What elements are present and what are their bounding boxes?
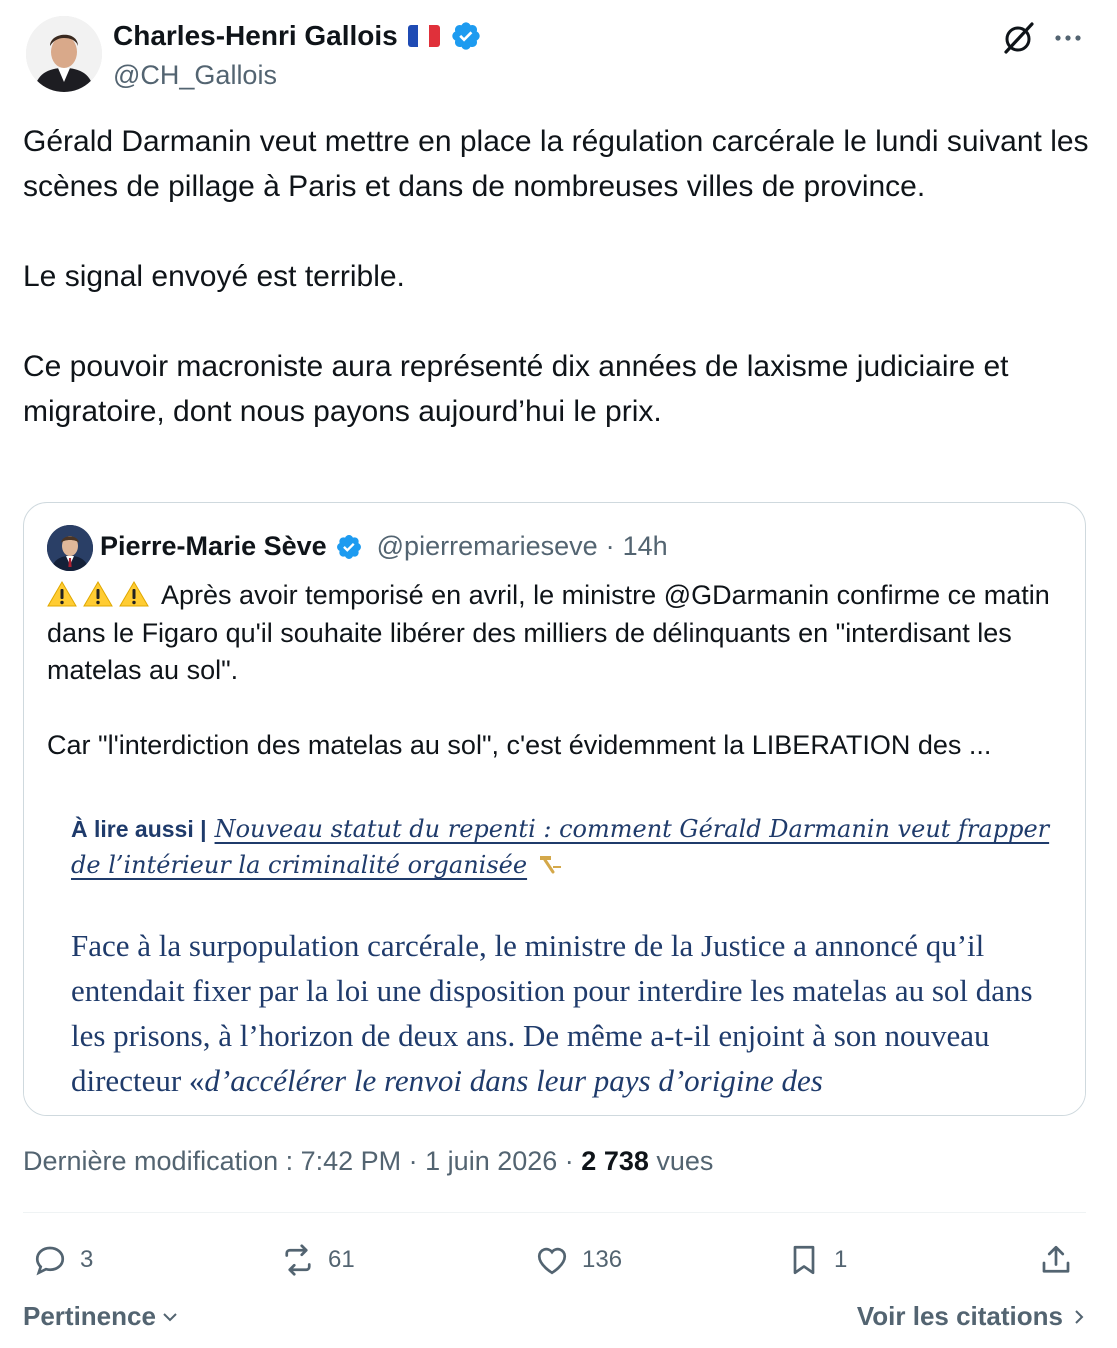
bookmark-icon (793, 1245, 815, 1275)
views-label: vues (656, 1146, 714, 1176)
chevron-down-icon (163, 1312, 177, 1321)
warning-emoji-icon (83, 581, 113, 607)
reply-button[interactable]: 3 (32, 1238, 93, 1282)
related-label: À lire aussi | (71, 816, 207, 842)
gavel-icon (540, 856, 562, 874)
quoted-tweet-header: Pierre-Marie Sève @pierremarieseve · 14h (100, 531, 668, 562)
tweet-paragraph: Gérald Darmanin veut mettre en place la … (23, 125, 1089, 203)
verified-badge-icon[interactable] (450, 20, 482, 52)
tweet-meta: Dernière modification : 7:42 PM · 1 juin… (23, 1146, 713, 1177)
chevron-right-icon (1075, 1309, 1084, 1324)
quoted-author-avatar (47, 525, 93, 571)
quoted-tweet-time: 14h (622, 531, 668, 561)
author-name-row[interactable]: Charles-Henri Gallois (113, 20, 482, 52)
like-button[interactable]: 136 (534, 1238, 622, 1282)
quoted-author-name: Pierre-Marie Sève (100, 531, 327, 561)
quoted-tweet-text: Après avoir temporisé en avril, le minis… (47, 577, 1057, 764)
more-options-icon[interactable] (1052, 26, 1084, 50)
quoted-media-image[interactable]: À lire aussi | Nouveau statut du repenti … (24, 801, 1085, 1115)
tweet-paragraph: Ce pouvoir macroniste aura représenté di… (23, 350, 1009, 428)
separator-dot: · (605, 531, 615, 561)
sort-label: Pertinence (23, 1301, 156, 1331)
share-button[interactable] (1038, 1238, 1074, 1282)
quoted-paragraph: Car "l'interdiction des matelas au sol",… (47, 729, 992, 760)
author-name[interactable]: Charles-Henri Gallois (113, 20, 398, 52)
divider (23, 1212, 1086, 1213)
related-article-box: À lire aussi | Nouveau statut du repenti … (71, 811, 1061, 883)
tweet-paragraph: Le signal envoyé est terrible. (23, 260, 405, 293)
quoted-tweet-card[interactable]: Pierre-Marie Sève @pierremarieseve · 14h… (23, 502, 1086, 1116)
views-count: 2 738 (581, 1146, 649, 1176)
heart-icon (537, 1247, 567, 1275)
reply-icon (35, 1246, 65, 1276)
quoted-paragraph: Après avoir temporisé en avril, le minis… (47, 580, 1050, 685)
tweet-text: Gérald Darmanin veut mettre en place la … (23, 119, 1098, 434)
last-modified[interactable]: Dernière modification : 7:42 PM · 1 juin… (23, 1146, 574, 1176)
article-excerpt: Face à la surpopulation carcérale, le mi… (71, 923, 1071, 1103)
author-avatar[interactable] (26, 16, 102, 92)
share-icon (1042, 1245, 1070, 1273)
reply-count: 3 (80, 1246, 94, 1273)
warning-emoji-icon (47, 581, 77, 607)
bookmark-button[interactable]: 1 (786, 1238, 847, 1282)
article-text-italic: d’accélérer le renvoi dans leur pays d’o… (204, 1063, 823, 1098)
verified-badge-icon (336, 534, 361, 559)
repost-count: 61 (328, 1246, 355, 1273)
quotes-label: Voir les citations (856, 1301, 1063, 1331)
france-flag-icon (407, 25, 440, 47)
warning-emoji-icon (119, 581, 149, 607)
repost-button[interactable]: 61 (280, 1238, 355, 1282)
bookmark-count: 1 (834, 1246, 848, 1273)
sort-dropdown[interactable]: Pertinence (23, 1301, 180, 1332)
repost-icon (285, 1244, 311, 1276)
grok-icon[interactable] (1000, 20, 1036, 56)
quoted-author-handle: @pierremarieseve (376, 531, 598, 561)
like-count: 136 (582, 1246, 623, 1273)
author-handle[interactable]: @CH_Gallois (113, 60, 277, 91)
view-quotes-link[interactable]: Voir les citations (857, 1301, 1087, 1332)
